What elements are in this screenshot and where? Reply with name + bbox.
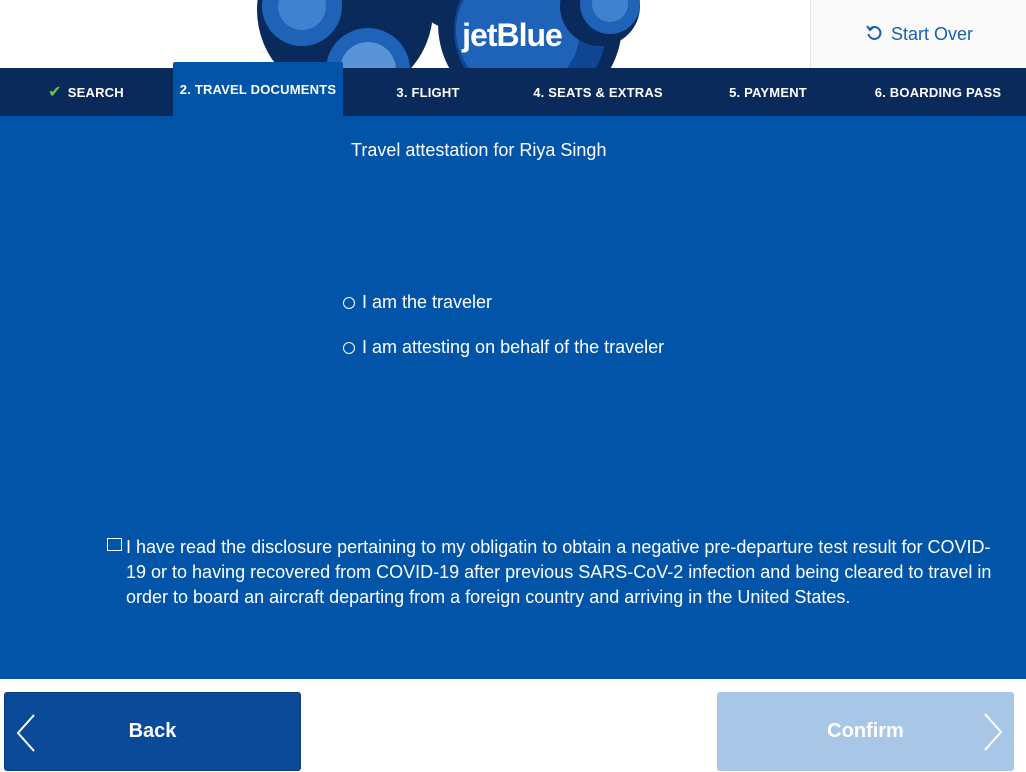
radio-button[interactable] (343, 296, 355, 309)
confirm-button[interactable]: Confirm (717, 692, 1014, 771)
chevron-right-icon (982, 692, 1004, 771)
step-label: 6. BOARDING PASS (874, 84, 1002, 100)
refresh-icon (865, 23, 883, 46)
step-payment[interactable]: 5. PAYMENT (683, 68, 853, 116)
option-self-traveler[interactable]: I am the traveler (343, 292, 492, 313)
confirm-label: Confirm (827, 720, 904, 742)
disclosure-checkbox-row[interactable]: I have read the disclosure pertaining to… (107, 535, 997, 610)
progress-steps: ✔ SEARCH 2. TRAVEL DOCUMENTS 3. FLIGHT 4… (0, 62, 1026, 116)
header: jetBlue Start Over (0, 0, 1026, 68)
option-label: I am attesting on behalf of the traveler (362, 337, 665, 357)
step-label: 3. FLIGHT (396, 84, 460, 100)
step-boarding-pass[interactable]: 6. BOARDING PASS (853, 68, 1023, 116)
step-seats-extras[interactable]: 4. SEATS & EXTRAS (513, 68, 683, 116)
option-on-behalf[interactable]: I am attesting on behalf of the traveler (343, 337, 664, 358)
page-title: Travel attestation for Riya Singh (351, 140, 607, 160)
back-label: Back (128, 720, 177, 742)
step-travel-documents[interactable]: 2. TRAVEL DOCUMENTS (173, 62, 343, 116)
start-over-button[interactable]: Start Over (810, 0, 1026, 68)
step-search[interactable]: ✔ SEARCH (0, 68, 172, 116)
radio-button[interactable] (343, 341, 355, 354)
disclosure-checkbox[interactable] (107, 538, 122, 551)
attestation-panel: Travel attestation for Riya Singh I am t… (0, 116, 1026, 679)
start-over-label: Start Over (890, 23, 974, 44)
step-label: SEARCH (67, 84, 124, 100)
checkmark-icon: ✔ (48, 84, 62, 101)
step-label: 4. SEATS & EXTRAS (533, 84, 663, 100)
disclosure-text: I have read the disclosure pertaining to… (126, 537, 992, 607)
step-flight[interactable]: 3. FLIGHT (343, 68, 513, 116)
step-label: 5. PAYMENT (729, 84, 807, 100)
option-label: I am the traveler (362, 292, 493, 312)
chevron-left-icon (15, 693, 37, 772)
back-button[interactable]: Back (4, 692, 301, 771)
footer: Back Confirm (0, 679, 1026, 772)
brand-wordmark: jetBlue (461, 17, 562, 53)
step-label: 2. TRAVEL DOCUMENTS (179, 81, 337, 97)
